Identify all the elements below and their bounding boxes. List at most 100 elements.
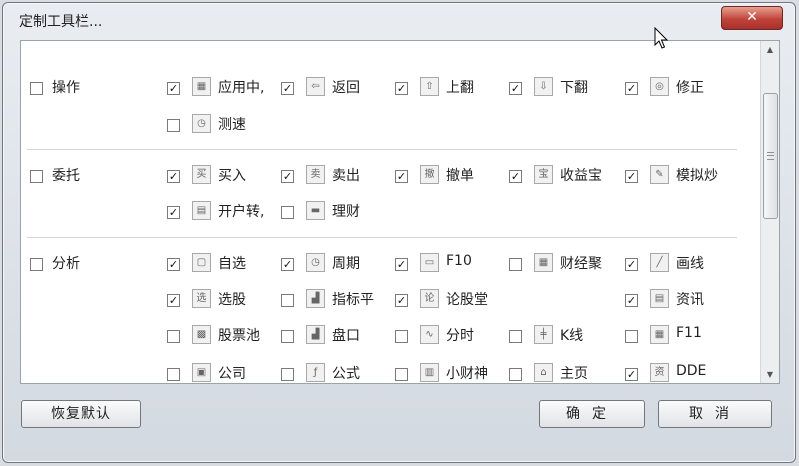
item-checkbox[interactable]	[509, 170, 522, 183]
sell-icon: 卖	[306, 165, 325, 184]
back-arrow-icon: ⇦	[306, 77, 325, 96]
item-checkbox[interactable]	[167, 206, 180, 219]
grip-icon	[767, 152, 774, 160]
vertical-scrollbar[interactable]: ▲ ▼	[760, 41, 779, 383]
toolbar-options-panel: 操作 ▦ 应用中, ⇦ 返回 ⇧ 上翻 ⇩ 下翻	[20, 40, 780, 384]
item-checkbox[interactable]	[167, 330, 180, 343]
scroll-up-arrow-icon[interactable]: ▲	[761, 41, 779, 58]
item-checkbox[interactable]	[281, 206, 294, 219]
item-checkbox[interactable]	[625, 82, 638, 95]
wealth-god-icon: ▥	[420, 363, 439, 382]
item-checkbox[interactable]	[625, 368, 638, 381]
home-icon: ⌂	[534, 363, 553, 382]
group-operation-checkbox[interactable]	[30, 82, 43, 95]
item-label: 收益宝	[560, 168, 602, 184]
item-checkbox[interactable]	[395, 258, 408, 271]
restore-default-button[interactable]: 恢复默认	[21, 400, 141, 428]
scrollbar-thumb[interactable]	[763, 93, 778, 219]
item-checkbox[interactable]	[167, 82, 180, 95]
cancel-order-icon: 撤	[420, 165, 439, 184]
item-label: 周期	[332, 256, 360, 272]
page-up-icon: ⇧	[420, 77, 439, 96]
clock-icon: ◷	[192, 114, 211, 133]
item-label: 主页	[560, 366, 588, 382]
item-checkbox[interactable]	[509, 82, 522, 95]
close-button[interactable]: ✕	[721, 6, 783, 30]
item-label: 小财神	[446, 366, 488, 382]
item-label: 论股堂	[446, 292, 488, 308]
group-divider	[27, 149, 737, 150]
item-label: 公司	[218, 366, 246, 382]
item-checkbox[interactable]	[281, 170, 294, 183]
item-label: 分时	[446, 328, 474, 344]
item-checkbox[interactable]	[625, 330, 638, 343]
company-icon: ▣	[192, 363, 211, 382]
item-label: 画线	[676, 256, 704, 272]
item-label: 自选	[218, 256, 246, 272]
item-label: 应用中,	[218, 80, 265, 96]
item-label: 开户转,	[218, 204, 265, 220]
earnings-icon: 宝	[534, 165, 553, 184]
cancel-button[interactable]: 取消	[658, 400, 772, 428]
item-label: DDE	[676, 363, 707, 379]
item-checkbox[interactable]	[395, 368, 408, 381]
item-checkbox[interactable]	[167, 119, 180, 132]
item-checkbox[interactable]	[625, 294, 638, 307]
item-label: F11	[676, 325, 702, 341]
item-checkbox[interactable]	[509, 368, 522, 381]
group-entrust-label: 委托	[52, 168, 80, 184]
correct-icon: ◎	[650, 77, 669, 96]
item-checkbox[interactable]	[509, 330, 522, 343]
calendar-icon: ▦	[534, 253, 553, 272]
item-checkbox[interactable]	[281, 82, 294, 95]
item-label: 上翻	[446, 80, 474, 96]
simulate-icon: ✎	[650, 165, 669, 184]
item-checkbox[interactable]	[167, 258, 180, 271]
item-label: 资讯	[676, 292, 704, 308]
item-label: 下翻	[560, 80, 588, 96]
customize-toolbar-dialog: 定制工具栏... ✕ 操作 ▦ 应用中, ⇦ 返回 ⇧ 上翻	[2, 2, 796, 463]
group-entrust-checkbox[interactable]	[30, 170, 43, 183]
stock-pick-icon: 选	[192, 289, 211, 308]
item-label: 测速	[218, 117, 246, 133]
group-analysis-label: 分析	[52, 256, 80, 272]
item-checkbox[interactable]	[167, 170, 180, 183]
item-checkbox[interactable]	[167, 368, 180, 381]
item-checkbox[interactable]	[281, 330, 294, 343]
item-label: 模拟炒	[676, 168, 718, 184]
item-checkbox[interactable]	[281, 368, 294, 381]
item-checkbox[interactable]	[625, 170, 638, 183]
forum-icon: 论	[420, 289, 439, 308]
item-label: 卖出	[332, 168, 360, 184]
item-checkbox[interactable]	[395, 82, 408, 95]
indicator-icon: ▟	[306, 289, 325, 308]
app-center-icon: ▦	[192, 77, 211, 96]
watchlist-icon: ▢	[192, 253, 211, 272]
item-checkbox[interactable]	[625, 258, 638, 271]
title-bar: 定制工具栏... ✕	[3, 3, 795, 37]
item-label: 买入	[218, 168, 246, 184]
ok-button[interactable]: 确定	[539, 400, 645, 428]
dde-icon: 资	[650, 363, 669, 382]
group-divider	[27, 237, 737, 238]
item-checkbox[interactable]	[167, 294, 180, 307]
stock-pool-icon: ▩	[192, 325, 211, 344]
item-checkbox[interactable]	[395, 170, 408, 183]
item-checkbox[interactable]	[395, 330, 408, 343]
scroll-down-arrow-icon[interactable]: ▼	[761, 366, 779, 383]
item-label: 股票池	[218, 328, 260, 344]
group-analysis-checkbox[interactable]	[30, 258, 43, 271]
f10-icon: ▭	[420, 253, 439, 272]
item-label: 指标平	[332, 292, 374, 308]
buy-icon: 买	[192, 165, 211, 184]
item-checkbox[interactable]	[395, 294, 408, 307]
item-checkbox[interactable]	[281, 294, 294, 307]
item-checkbox[interactable]	[281, 258, 294, 271]
page-down-icon: ⇩	[534, 77, 553, 96]
finance-icon: ▬	[306, 201, 325, 220]
item-checkbox[interactable]	[509, 258, 522, 271]
item-label: 返回	[332, 80, 360, 96]
draw-line-icon: ╱	[650, 253, 669, 272]
item-label: F10	[446, 253, 472, 269]
account-icon: ▤	[192, 201, 211, 220]
